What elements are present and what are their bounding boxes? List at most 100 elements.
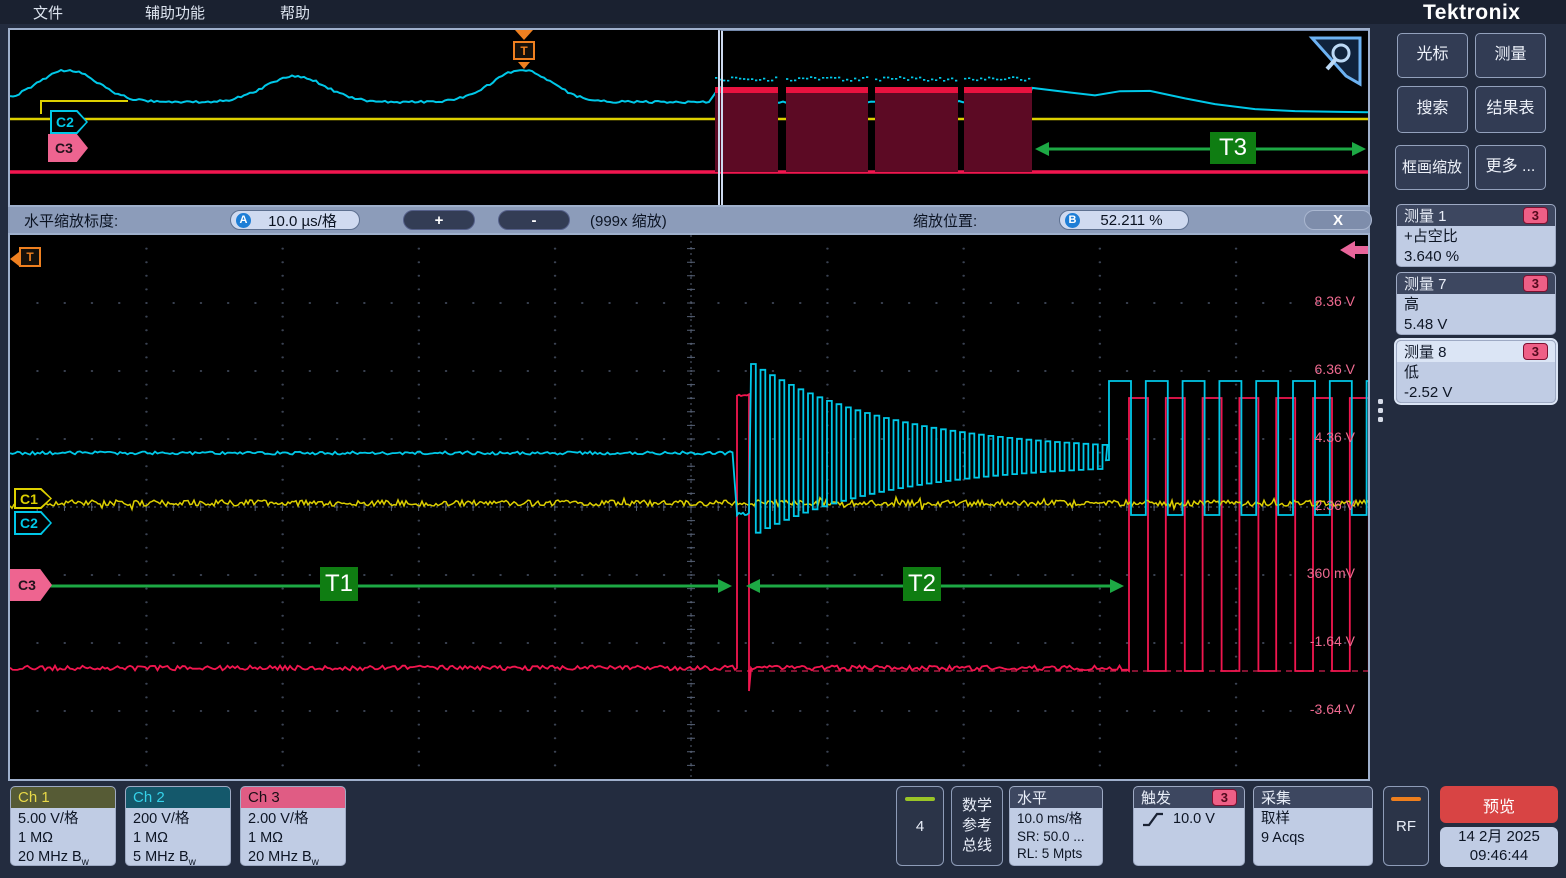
rf-color-dash: [1391, 797, 1421, 801]
preview-button[interactable]: 预览: [1440, 786, 1558, 823]
menu-bar: 文件 辅助功能 帮助: [0, 0, 1566, 24]
trigger-left-arrow-icon: [10, 252, 19, 266]
channel-1-impedance: 1 MΩ: [18, 829, 108, 848]
horizontal-scale: 10.0 ms/格: [1017, 810, 1095, 828]
channel-1-bandwidth: 20 MHz Bw: [18, 848, 108, 866]
acquisition-mode: 取样: [1261, 810, 1365, 829]
zoom-scale-label: 水平缩放标度:: [24, 210, 118, 231]
measurement-badge-7[interactable]: 测量 7 3 高5.48 V: [1396, 272, 1556, 335]
trigger-level-value: 10.0 V: [1173, 810, 1215, 829]
measurement-badge-8[interactable]: 测量 8 3 低-2.52 V: [1396, 340, 1556, 403]
voltage-label-2: 6.36 V: [1315, 361, 1355, 377]
main-svg: [10, 235, 1368, 779]
menu-help[interactable]: 帮助: [280, 2, 310, 23]
time-text: 09:46:44: [1470, 847, 1528, 866]
math-ref-bus-button[interactable]: 数学 参考 总线: [951, 786, 1003, 866]
acquisition-badge[interactable]: 采集 取样 9 Acqs: [1253, 786, 1373, 866]
ref-label: 参考: [962, 816, 992, 836]
channel-4-label: 4: [916, 818, 924, 835]
tektronix-logo: Tektronix: [1423, 1, 1520, 25]
knob-a-icon: A: [236, 213, 251, 228]
t2-annotation-label: T2: [903, 567, 941, 601]
waveform-overview[interactable]: T C2 C3 T3: [8, 28, 1370, 207]
bus-label: 总线: [962, 836, 992, 856]
channel-1-header: Ch 1: [11, 787, 115, 808]
trigger-title: 触发: [1141, 787, 1171, 808]
t3-annotation-label: T3: [1210, 132, 1256, 164]
measurement-8-name: 低: [1404, 363, 1548, 383]
sidebar-button-measure[interactable]: 测量: [1475, 33, 1546, 78]
zoom-in-button[interactable]: +: [403, 210, 475, 230]
zoom-scale-value: 10.0 µs/格: [256, 210, 359, 231]
trigger-arrow-icon: [515, 30, 533, 40]
zoom-out-button[interactable]: -: [498, 210, 570, 230]
zoom-factor-label: (999x 缩放): [590, 210, 667, 231]
acquisition-count: 9 Acqs: [1261, 829, 1365, 848]
rf-button[interactable]: RF: [1383, 786, 1429, 866]
menu-utility[interactable]: 辅助功能: [145, 2, 205, 23]
measurement-1-name: +占空比: [1404, 227, 1548, 247]
zoom-position-knob[interactable]: B 52.211 %: [1059, 210, 1189, 230]
zoom-control-bar: 水平缩放标度: A 10.0 µs/格 + - (999x 缩放) 缩放位置: …: [8, 207, 1370, 233]
sidebar-button-results-table[interactable]: 结果表: [1475, 86, 1546, 133]
horizontal-title: 水平: [1010, 787, 1102, 808]
trigger-level-stem: [1354, 246, 1368, 254]
sidebar-button-more[interactable]: 更多 ...: [1475, 145, 1546, 190]
channel-3-scale: 2.00 V/格: [248, 810, 338, 829]
channel-1-badge[interactable]: Ch 1 5.00 V/格 1 MΩ 20 MHz Bw: [10, 786, 116, 866]
voltage-label-6: -1.64 V: [1310, 633, 1355, 649]
zoom-magnifier-icon[interactable]: [1308, 34, 1364, 90]
channel-3-badge[interactable]: Ch 3 2.00 V/格 1 MΩ 20 MHz Bw: [240, 786, 346, 866]
channel-4-color-dash: [905, 797, 935, 801]
sidebar-button-box-zoom[interactable]: 框画缩放: [1395, 145, 1469, 190]
zoom-scale-knob[interactable]: A 10.0 µs/格: [230, 210, 360, 230]
measurement-badge-1[interactable]: 测量 13 +占空比3.640 %: [1396, 204, 1556, 267]
date-text: 14 2月 2025: [1458, 828, 1540, 847]
measurement-7-name: 高: [1404, 295, 1548, 315]
channel-3-impedance: 1 MΩ: [248, 829, 338, 848]
channel-3-bandwidth: 20 MHz Bw: [248, 848, 338, 866]
horizontal-record-length: RL: 5 Mpts: [1017, 845, 1095, 863]
sidebar-button-cursors[interactable]: 光标: [1397, 33, 1468, 78]
horizontal-badge[interactable]: 水平 10.0 ms/格 SR: 50.0 ... RL: 5 Mpts: [1009, 786, 1103, 866]
channel-2-header: Ch 2: [126, 787, 230, 808]
voltage-label-4: 2.36 V: [1315, 497, 1355, 513]
rf-label: RF: [1396, 818, 1416, 835]
channel-4-button[interactable]: 4: [896, 786, 944, 866]
acquisition-title: 采集: [1254, 787, 1372, 808]
trigger-level-head-icon: [1340, 241, 1355, 259]
measurement-8-title: 测量 8: [1404, 341, 1447, 362]
zoom-close-button[interactable]: X: [1304, 210, 1372, 230]
menu-file[interactable]: 文件: [33, 2, 63, 23]
trigger-level-arrow[interactable]: [1340, 241, 1368, 259]
measurement-7-title: 测量 7: [1404, 273, 1447, 294]
measurement-1-title: 测量 1: [1404, 205, 1447, 226]
measurement-8-source-badge: 3: [1523, 343, 1548, 360]
zoom-position-value: 52.211 %: [1085, 212, 1188, 229]
horizontal-sample-rate: SR: 50.0 ...: [1017, 828, 1095, 846]
measurement-7-source-badge: 3: [1523, 275, 1548, 292]
trigger-badge[interactable]: 触发3 10.0 V: [1133, 786, 1245, 866]
rising-edge-icon: [1141, 811, 1165, 827]
channel-1-scale: 5.00 V/格: [18, 810, 108, 829]
panel-drag-handle[interactable]: [1378, 399, 1384, 422]
math-label: 数学: [962, 796, 992, 816]
channel-2-impedance: 1 MΩ: [133, 829, 223, 848]
channel-2-scale: 200 V/格: [133, 810, 223, 829]
t1-annotation-label: T1: [320, 567, 358, 601]
voltage-label-1: 8.36 V: [1315, 293, 1355, 309]
zoom-window-box[interactable]: [718, 30, 1368, 205]
measurement-7-value: 5.48 V: [1404, 315, 1548, 335]
voltage-label-5: 360 mV: [1307, 565, 1355, 581]
datetime-display: 14 2月 2025 09:46:44: [1440, 827, 1558, 867]
sidebar-button-search[interactable]: 搜索: [1397, 86, 1468, 133]
voltage-label-7: -3.64 V: [1310, 701, 1355, 717]
main-trigger-t-icon: T: [19, 247, 41, 267]
channel-2-badge[interactable]: Ch 2 200 V/格 1 MΩ 5 MHz Bw: [125, 786, 231, 866]
measurement-1-source-badge: 3: [1523, 207, 1548, 224]
oscilloscope-screen: 文件 辅助功能 帮助 Tektronix T C2 C3 T3: [0, 0, 1566, 878]
main-waveform-view[interactable]: T C1 C2 C3 T1 T2 8.36 V 6.36 V 4.36 V 2.…: [8, 233, 1370, 781]
channel-2-bandwidth: 5 MHz Bw: [133, 848, 223, 866]
voltage-label-3: 4.36 V: [1315, 429, 1355, 445]
measurement-8-value: -2.52 V: [1404, 383, 1548, 403]
